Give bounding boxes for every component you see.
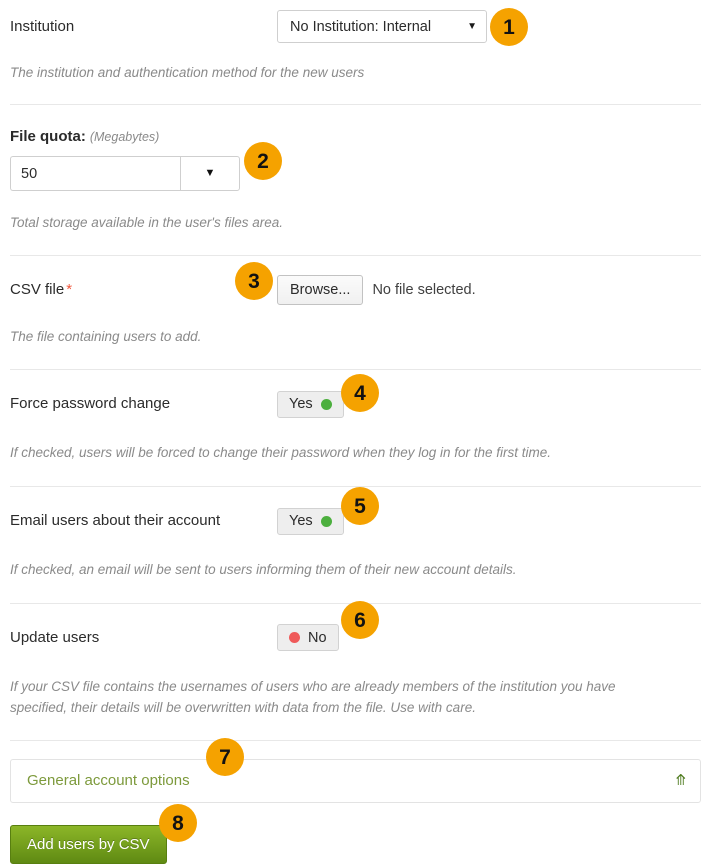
institution-select[interactable]: No Institution: Internal ▼ [277, 10, 487, 43]
divider [10, 739, 701, 741]
chevron-down-icon: ▼ [467, 20, 477, 32]
institution-label: Institution [10, 17, 75, 35]
callout-badge-8: 8 [159, 804, 197, 842]
file-quota-label-suffix: (Megabytes) [89, 129, 160, 144]
force-password-change-help-text: If checked, users will be forced to chan… [10, 445, 552, 461]
force-password-change-value: Yes [289, 396, 313, 413]
field-file-quota: File quota: (Megabytes) ▼ Total storage … [0, 105, 711, 234]
file-quota-combo: ▼ [10, 156, 240, 192]
csv-file-help-text: The file containing users to add. [10, 329, 202, 345]
callout-badge-2: 2 [244, 142, 282, 180]
email-users-label: Email users about their account [10, 512, 221, 530]
status-dot-icon [320, 515, 332, 527]
file-quota-dropdown-button[interactable]: ▼ [180, 156, 240, 192]
update-users-label: Update users [10, 629, 100, 647]
general-account-options-title: General account options [27, 772, 190, 790]
callout-badge-6: 6 [341, 601, 379, 639]
add-users-by-csv-form: Institution No Institution: Internal ▼ T… [0, 0, 711, 864]
institution-help-text: The institution and authentication metho… [10, 65, 365, 80]
add-users-by-csv-button[interactable]: Add users by CSV [10, 824, 167, 864]
status-dot-icon [320, 398, 332, 410]
callout-badge-3: 3 [235, 262, 273, 300]
csv-browse-button[interactable]: Browse... [277, 275, 364, 306]
chevron-down-icon: ▼ [204, 167, 216, 180]
submit-row: Add users by CSV [0, 824, 711, 864]
general-account-options-panel[interactable]: General account options ⤊ [10, 758, 701, 803]
file-quota-label-group: File quota: (Megabytes) [10, 127, 701, 147]
update-users-value: No [308, 629, 327, 646]
field-csv-file: CSV file * Browse... No file selected. Th… [0, 256, 711, 348]
csv-file-status: No file selected. [372, 282, 476, 299]
callout-badge-4: 4 [341, 374, 379, 412]
callout-badge-7: 7 [206, 738, 244, 776]
force-password-change-toggle[interactable]: Yes [277, 390, 344, 418]
force-password-change-label: Force password change [10, 395, 171, 413]
file-quota-input[interactable] [10, 156, 180, 192]
file-quota-help-text: Total storage available in the user's fi… [10, 215, 283, 231]
file-quota-label: File quota: [10, 127, 86, 145]
required-marker: * [66, 281, 73, 299]
email-users-toggle[interactable]: Yes [277, 507, 344, 535]
update-users-toggle[interactable]: No [277, 624, 339, 652]
callout-badge-1: 1 [490, 8, 528, 46]
institution-select-wrap: No Institution: Internal ▼ [277, 10, 487, 43]
email-users-help-text: If checked, an email will be sent to use… [10, 562, 517, 578]
institution-select-value: No Institution: Internal [290, 18, 432, 35]
status-dot-icon [289, 632, 300, 644]
field-institution: Institution No Institution: Internal ▼ T… [0, 0, 711, 84]
update-users-help-text: If your CSV file contains the usernames … [10, 678, 616, 715]
email-users-value: Yes [289, 513, 313, 530]
callout-badge-5: 5 [341, 487, 379, 525]
csv-file-label-text: CSV file [10, 281, 65, 299]
chevron-down-icon: ⤊ [674, 772, 687, 790]
